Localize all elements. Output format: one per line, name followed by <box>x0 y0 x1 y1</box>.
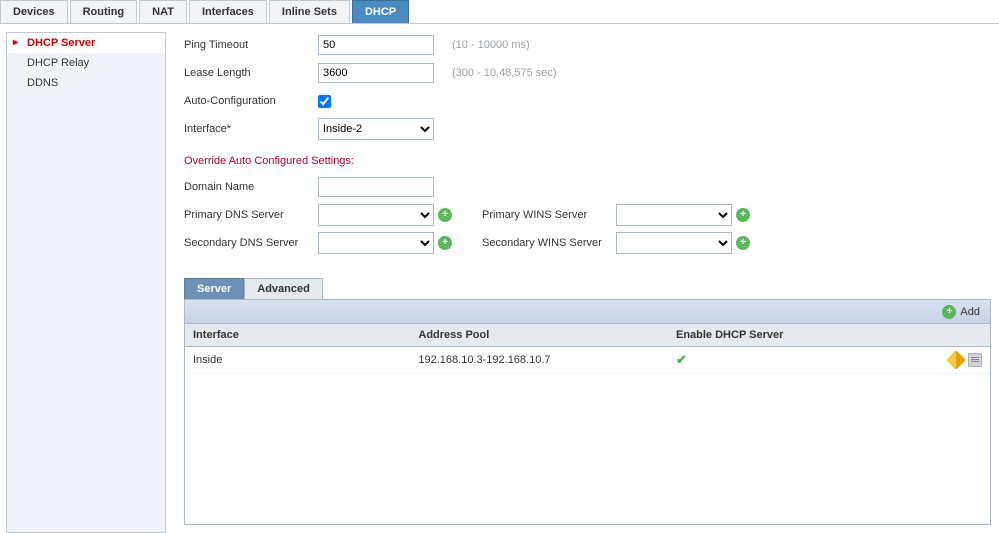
lease-length-input[interactable] <box>318 63 434 83</box>
delete-icon[interactable] <box>968 353 982 367</box>
edit-icon[interactable] <box>946 350 966 370</box>
primary-dns-select[interactable] <box>318 204 434 226</box>
ping-timeout-input[interactable] <box>318 35 434 55</box>
lease-length-label: Lease Length <box>184 67 318 79</box>
add-icon: + <box>942 305 956 319</box>
subtab-server[interactable]: Server <box>184 278 244 299</box>
side-nav: DHCP Server DHCP Relay DDNS <box>6 32 166 533</box>
add-secondary-dns-icon[interactable]: + <box>438 236 452 250</box>
primary-wins-select[interactable] <box>616 204 732 226</box>
server-panel: + Add Interface Address Pool Enable DHCP… <box>184 299 991 525</box>
add-label: Add <box>960 306 980 318</box>
subtab-advanced[interactable]: Advanced <box>244 278 323 299</box>
tab-interfaces[interactable]: Interfaces <box>189 0 267 23</box>
ping-timeout-label: Ping Timeout <box>184 39 318 51</box>
secondary-dns-select[interactable] <box>318 232 434 254</box>
lease-length-hint: (300 - 10,48,575 sec) <box>452 67 557 79</box>
interface-label: Interface* <box>184 123 318 135</box>
table-empty-area <box>185 374 990 524</box>
server-table: Interface Address Pool Enable DHCP Serve… <box>185 324 990 374</box>
override-section-title: Override Auto Configured Settings: <box>184 154 991 168</box>
tab-devices[interactable]: Devices <box>0 0 68 23</box>
domain-name-label: Domain Name <box>184 181 318 193</box>
side-item-ddns[interactable]: DDNS <box>7 73 165 93</box>
add-secondary-wins-icon[interactable]: + <box>736 236 750 250</box>
tab-nat[interactable]: NAT <box>139 0 187 23</box>
table-row[interactable]: Inside 192.168.10.3-192.168.10.7 ✔ <box>185 347 990 374</box>
interface-select[interactable]: Inside-2 <box>318 118 434 140</box>
ping-timeout-hint: (10 - 10000 ms) <box>452 39 530 51</box>
col-address-pool: Address Pool <box>410 324 668 347</box>
server-tab-bar: Server Advanced <box>184 278 991 299</box>
add-primary-wins-icon[interactable]: + <box>736 208 750 222</box>
content-area: Ping Timeout (10 - 10000 ms) Lease Lengt… <box>166 24 999 533</box>
auto-config-label: Auto-Configuration <box>184 95 318 107</box>
secondary-dns-label: Secondary DNS Server <box>184 237 318 249</box>
tab-inline-sets[interactable]: Inline Sets <box>269 0 350 23</box>
secondary-wins-label: Secondary WINS Server <box>482 237 616 249</box>
side-item-dhcp-server[interactable]: DHCP Server <box>7 33 165 53</box>
auto-config-checkbox[interactable] <box>318 95 331 108</box>
cell-interface: Inside <box>185 347 410 374</box>
col-interface: Interface <box>185 324 410 347</box>
top-tab-bar: Devices Routing NAT Interfaces Inline Se… <box>0 0 999 24</box>
cell-enabled: ✔ <box>668 347 926 374</box>
side-item-dhcp-relay[interactable]: DHCP Relay <box>7 53 165 73</box>
domain-name-input[interactable] <box>318 177 434 197</box>
check-icon: ✔ <box>676 352 687 367</box>
col-enable: Enable DHCP Server <box>668 324 926 347</box>
server-toolbar: + Add <box>185 300 990 324</box>
secondary-wins-select[interactable] <box>616 232 732 254</box>
add-primary-dns-icon[interactable]: + <box>438 208 452 222</box>
primary-wins-label: Primary WINS Server <box>482 209 616 221</box>
tab-dhcp[interactable]: DHCP <box>352 0 409 23</box>
add-button[interactable]: + Add <box>942 305 980 319</box>
primary-dns-label: Primary DNS Server <box>184 209 318 221</box>
cell-address-pool: 192.168.10.3-192.168.10.7 <box>410 347 668 374</box>
tab-routing[interactable]: Routing <box>70 0 138 23</box>
